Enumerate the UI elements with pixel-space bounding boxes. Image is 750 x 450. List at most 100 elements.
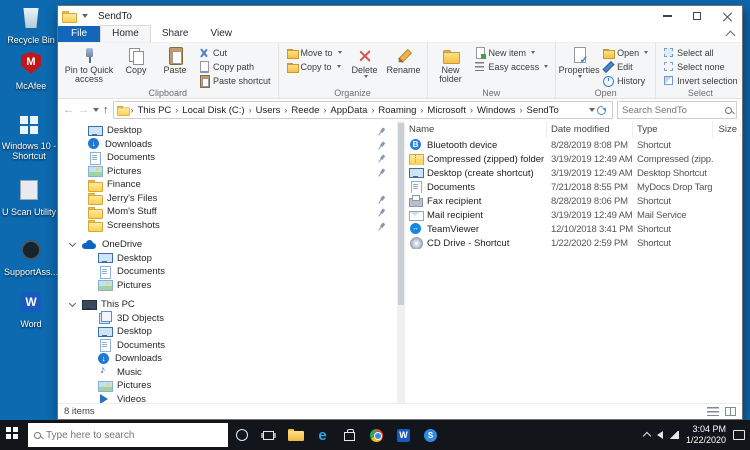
nav-item-finance[interactable]: Finance: [58, 178, 397, 192]
collapse-ribbon-icon[interactable]: [726, 31, 736, 41]
refresh-icon[interactable]: [597, 106, 606, 115]
desktop-icon-supportassist[interactable]: SupportAss...: [2, 240, 60, 277]
taskbar-search-input[interactable]: [46, 430, 222, 441]
crumb-this-pc[interactable]: This PC: [135, 105, 175, 116]
file-row-fax-recipient[interactable]: Fax recipient 8/28/2019 8:06 PM Shortcut: [405, 194, 742, 208]
nav-item-onedrive[interactable]: OneDrive: [58, 238, 397, 252]
crumb-roaming[interactable]: Roaming: [375, 105, 419, 116]
cut-button[interactable]: Cut: [196, 46, 273, 59]
nav-item-pc-downloads[interactable]: Downloads: [58, 352, 397, 366]
address-dropdown-caret-icon[interactable]: [589, 108, 595, 112]
copy-to-button[interactable]: Copy to: [284, 60, 344, 73]
action-center-icon[interactable]: [733, 430, 745, 440]
crumb-reede[interactable]: Reede: [288, 105, 322, 116]
nav-item-documents[interactable]: Documents: [58, 151, 397, 165]
copy-path-button[interactable]: Copy path: [196, 60, 273, 73]
tab-share[interactable]: Share: [151, 26, 200, 42]
cortana-button[interactable]: [228, 420, 255, 450]
nav-item-pictures[interactable]: Pictures: [58, 165, 397, 179]
minimize-button[interactable]: [652, 6, 682, 26]
crumb-appdata[interactable]: AppData: [327, 105, 370, 116]
crumb-microsoft[interactable]: Microsoft: [424, 105, 469, 116]
search-input[interactable]: [622, 105, 722, 116]
nav-scrollbar[interactable]: [397, 121, 405, 403]
nav-item-pc-pictures[interactable]: Pictures: [58, 379, 397, 393]
desktop-icon-uscan-utility[interactable]: U Scan Utility: [0, 180, 58, 217]
nav-item-jerrys-files[interactable]: Jerry's Files: [58, 192, 397, 206]
nav-item-pc-music[interactable]: Music: [58, 366, 397, 380]
nav-item-downloads[interactable]: Downloads: [58, 138, 397, 152]
search-box[interactable]: [617, 101, 737, 119]
file-explorer-button[interactable]: [282, 420, 309, 450]
nav-item-onedrive-pictures[interactable]: Pictures: [58, 279, 397, 293]
file-row-teamviewer[interactable]: TeamViewer 12/10/2018 3:41 PM Shortcut: [405, 222, 742, 236]
task-view-button[interactable]: [255, 420, 282, 450]
crumb-local-disk[interactable]: Local Disk (C:): [179, 105, 247, 116]
recent-locations-caret-icon[interactable]: [93, 108, 99, 112]
qat-customize-caret-icon[interactable]: [82, 14, 88, 18]
nav-item-desktop[interactable]: Desktop: [58, 124, 397, 138]
desktop-icon-mcafee[interactable]: McAfee: [2, 52, 60, 91]
new-item-button[interactable]: New item: [472, 46, 551, 59]
nav-item-moms-stuff[interactable]: Mom's Stuff: [58, 205, 397, 219]
move-to-button[interactable]: Move to: [284, 46, 344, 59]
nav-item-screenshots[interactable]: Screenshots: [58, 219, 397, 233]
invert-selection-button[interactable]: Invert selection: [661, 74, 740, 87]
taskbar-search[interactable]: [28, 423, 228, 447]
desktop-icon-windows10-shortcut[interactable]: Windows 10 - Shortcut: [0, 116, 58, 162]
details-view-icon[interactable]: [707, 407, 719, 416]
open-button[interactable]: Open: [600, 46, 650, 59]
title-bar[interactable]: SendTo: [58, 6, 742, 26]
nav-item-pc-documents[interactable]: Documents: [58, 339, 397, 353]
tab-view[interactable]: View: [200, 26, 244, 42]
close-button[interactable]: [712, 6, 742, 26]
column-header-date-modified[interactable]: Date modified: [547, 121, 633, 138]
taskbar-clock[interactable]: 3:04 PM 1/22/2020: [686, 424, 726, 447]
column-header-size[interactable]: Size: [713, 121, 741, 138]
select-all-button[interactable]: Select all: [661, 46, 740, 59]
tab-home[interactable]: Home: [100, 25, 151, 42]
start-button[interactable]: [0, 420, 28, 450]
crumb-sendto[interactable]: SendTo: [524, 105, 562, 116]
scrollbar-thumb[interactable]: [398, 123, 404, 305]
file-row-mail-recipient[interactable]: Mail recipient 3/19/2019 12:49 AM Mail S…: [405, 208, 742, 222]
store-button[interactable]: [336, 420, 363, 450]
large-icons-view-icon[interactable]: [725, 407, 736, 416]
crumb-users[interactable]: Users: [253, 105, 284, 116]
desktop-icon-word[interactable]: Word: [2, 292, 60, 329]
back-button[interactable]: ←: [63, 105, 74, 116]
nav-item-onedrive-documents[interactable]: Documents: [58, 265, 397, 279]
chrome-button[interactable]: [363, 420, 390, 450]
desktop-icon-recycle-bin[interactable]: Recycle Bin: [2, 8, 60, 45]
file-row-desktop-create-shortcut[interactable]: Desktop (create shortcut) 3/19/2019 12:4…: [405, 166, 742, 180]
easy-access-button[interactable]: Easy access: [472, 60, 551, 73]
column-header-type[interactable]: Type: [633, 121, 713, 138]
nav-item-pc-desktop[interactable]: Desktop: [58, 325, 397, 339]
file-row-bluetooth-device[interactable]: Bluetooth device 8/28/2019 8:08 PM Short…: [405, 138, 742, 152]
network-icon[interactable]: [670, 431, 679, 439]
nav-item-pc-videos[interactable]: Videos: [58, 393, 397, 404]
file-row-compressed-folder[interactable]: Compressed (zipped) folder 3/19/2019 12:…: [405, 152, 742, 166]
crumb-windows[interactable]: Windows: [474, 105, 519, 116]
delete-button[interactable]: Delete: [347, 45, 383, 78]
word-button[interactable]: W: [390, 420, 417, 450]
nav-item-onedrive-desktop[interactable]: Desktop: [58, 252, 397, 266]
copy-button[interactable]: Copy: [118, 45, 154, 75]
expand-chevron-icon[interactable]: [69, 300, 76, 307]
nav-item-this-pc[interactable]: This PC: [58, 298, 397, 312]
history-button[interactable]: History: [600, 74, 650, 87]
edit-button[interactable]: Edit: [600, 60, 650, 73]
nav-item-3d-objects[interactable]: 3D Objects: [58, 312, 397, 326]
file-row-documents[interactable]: Documents 7/21/2018 8:55 PM MyDocs Drop …: [405, 180, 742, 194]
new-folder-button[interactable]: New folder: [433, 45, 469, 85]
file-row-cd-drive-shortcut[interactable]: CD Drive - Shortcut 1/22/2020 2:59 PM Sh…: [405, 236, 742, 250]
forward-button[interactable]: →: [78, 105, 89, 116]
breadcrumb[interactable]: › This PC› Local Disk (C:)› Users› Reede…: [113, 101, 614, 119]
up-button[interactable]: ↑: [103, 105, 109, 116]
paste-shortcut-button[interactable]: Paste shortcut: [196, 74, 273, 87]
expand-chevron-icon[interactable]: [69, 240, 76, 247]
tab-file[interactable]: File: [58, 26, 100, 42]
tray-expand-caret-icon[interactable]: [643, 432, 651, 440]
rename-button[interactable]: Rename: [386, 45, 422, 75]
paste-button[interactable]: Paste: [157, 45, 193, 75]
